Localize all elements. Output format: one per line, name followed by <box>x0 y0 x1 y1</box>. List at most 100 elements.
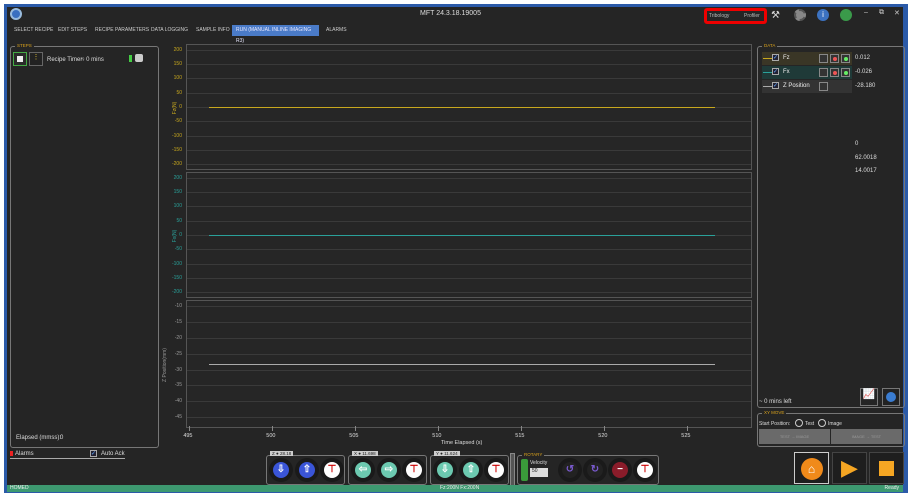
settings-icon[interactable] <box>794 9 806 21</box>
gridline <box>187 369 751 371</box>
restore-button[interactable]: ⧉ <box>879 9 884 17</box>
x-tick <box>355 426 357 431</box>
y-tick-label: 0 <box>179 232 182 238</box>
z-stop-button[interactable]: ⊤ <box>320 458 344 482</box>
x-right-button[interactable]: ⇨ <box>377 458 401 482</box>
gridline <box>187 206 751 208</box>
window-title: MFT 24.3.18.19005 <box>420 10 481 17</box>
x-left-icon: ⇦ <box>355 462 371 478</box>
timer-icon <box>135 54 143 62</box>
rotary-stop-button[interactable]: ⊤ <box>633 458 657 482</box>
x-tick-label: 505 <box>349 433 359 439</box>
y-stop-button[interactable]: ⊤ <box>484 458 508 482</box>
radio-test[interactable] <box>795 419 803 427</box>
gridline <box>187 292 751 294</box>
info-icon[interactable]: i <box>817 9 829 21</box>
tribology-link[interactable]: Tribology <box>709 13 729 19</box>
extra-value: 0 <box>855 141 859 147</box>
gridline <box>187 385 751 387</box>
alarms-label: Alarms <box>15 451 34 457</box>
y-position-readout: Y ● 11.624 <box>434 451 460 456</box>
tab-edit-steps[interactable]: EDIT STEPS <box>54 25 91 36</box>
series-visible-checkbox[interactable]: ✓ <box>772 54 779 61</box>
rotate-cw-button[interactable]: ↻ <box>583 458 607 482</box>
rotary-stop-icon: ⊤ <box>637 462 653 478</box>
x-tick-label: 525 <box>681 433 691 439</box>
tab-sample-info[interactable]: SAMPLE INFO <box>192 25 234 36</box>
rotary-label: ROTARY <box>522 452 545 457</box>
scale-button[interactable] <box>819 54 828 63</box>
scale-button[interactable] <box>819 68 828 77</box>
list-view-button[interactable] <box>13 52 27 66</box>
x-left-button[interactable]: ⇦ <box>351 458 375 482</box>
series-visible-checkbox[interactable]: ✓ <box>772 68 779 75</box>
profiler-link[interactable]: Profiler <box>744 13 760 19</box>
test-to-image-button[interactable]: TEST → IMAGE <box>759 429 830 444</box>
gridline <box>187 249 751 251</box>
y-tick-label: 200 <box>173 174 182 181</box>
battery-icon <box>129 55 132 62</box>
tab-alarms[interactable]: ALARMS <box>322 25 351 36</box>
chart-icon[interactable]: 📈 <box>860 388 878 406</box>
jog-scrollbar[interactable] <box>510 453 515 486</box>
series-value: -28.180 <box>855 83 876 89</box>
elapsed-value: 0 <box>60 435 64 441</box>
rotary-minus-button[interactable]: − <box>608 458 632 482</box>
tab-data-logging[interactable]: DATA LOGGING <box>147 25 192 36</box>
live-indicator[interactable] <box>841 54 850 63</box>
x-position-readout: X ● 11.698 <box>352 451 378 456</box>
filter-icon[interactable] <box>840 9 852 21</box>
y-down-button[interactable]: ⇩ <box>433 458 457 482</box>
gridline <box>187 135 751 137</box>
y-tick-label: -10 <box>174 303 182 310</box>
gridline <box>187 337 751 339</box>
gridline <box>187 417 751 419</box>
gridline <box>187 78 751 80</box>
x-stop-button[interactable]: ⊤ <box>402 458 426 482</box>
rotate-ccw-button[interactable]: ↺ <box>558 458 582 482</box>
step-view-button[interactable]: ⋮ <box>29 52 43 66</box>
y-stop-icon: ⊤ <box>488 462 504 478</box>
recipe-timer-value: ~ 0 mins <box>81 57 104 63</box>
rotary-toggle[interactable] <box>521 459 528 481</box>
z-up-button[interactable]: ⇧ <box>295 458 319 482</box>
radio-image[interactable] <box>818 419 826 427</box>
z-down-icon: ⇩ <box>273 462 289 478</box>
y-tick-label: -40 <box>174 398 182 405</box>
gridline <box>187 192 751 194</box>
live-indicator[interactable] <box>841 68 850 77</box>
tab-run[interactable]: RUN (MANUAL INLINE IMAGING R3) <box>232 25 319 44</box>
record-button[interactable] <box>830 68 839 77</box>
x-tick-label: 510 <box>432 433 442 439</box>
y-axis-label: Fz(N) <box>172 101 178 115</box>
home-button[interactable]: ⌂ <box>794 452 829 484</box>
y-tick-label: -45 <box>174 414 182 421</box>
app-logo-icon <box>10 8 22 20</box>
scale-button[interactable] <box>819 82 828 91</box>
stop-button[interactable] <box>869 452 904 484</box>
y-tick-label: -50 <box>174 118 182 125</box>
y-axis-label: Fx(N) <box>172 229 178 243</box>
x-tick-label: 495 <box>183 433 193 439</box>
y-up-button[interactable]: ⇧ <box>459 458 483 482</box>
play-button[interactable]: ▶ <box>832 452 867 484</box>
velocity-input[interactable]: 50 <box>530 468 548 477</box>
close-button[interactable]: ✕ <box>894 9 900 17</box>
tab-select-recipe[interactable]: SELECT RECIPE <box>10 25 57 36</box>
z-down-button[interactable]: ⇩ <box>269 458 293 482</box>
series-value: -0.026 <box>855 69 873 75</box>
camera-button[interactable] <box>882 388 900 406</box>
data-panel: DATA <box>757 43 905 408</box>
x-tick <box>687 426 689 431</box>
series-name: Z Position <box>783 83 810 89</box>
image-to-test-button[interactable]: IMAGE → TEST <box>831 429 902 444</box>
record-button[interactable] <box>830 54 839 63</box>
y-tick-label: 100 <box>173 75 182 82</box>
x-tick <box>521 426 523 431</box>
tools-icon[interactable]: ⚒ <box>771 10 780 21</box>
series-visible-checkbox[interactable]: ✓ <box>772 82 779 89</box>
auto-ack-checkbox[interactable]: ✓ <box>90 450 97 457</box>
y-down-icon: ⇩ <box>437 462 453 478</box>
tab-recipe-parameters[interactable]: RECIPE PARAMETERS <box>91 25 153 36</box>
minimize-button[interactable]: – <box>864 9 868 16</box>
